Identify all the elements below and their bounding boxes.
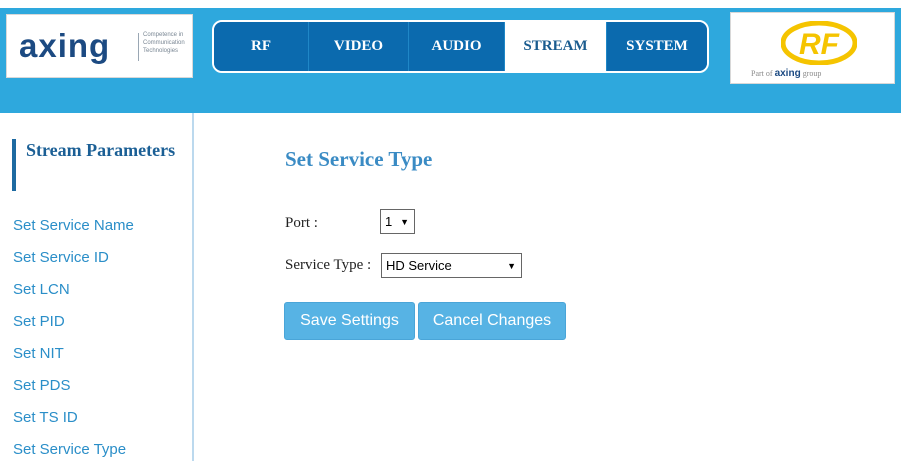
nav-tab-video[interactable]: VIDEO (309, 22, 409, 71)
main-nav: RF VIDEO AUDIO STREAM SYSTEM (212, 20, 709, 73)
header-top-band (0, 0, 901, 8)
sidebar-item-set-pds[interactable]: Set PDS (13, 377, 71, 394)
rf-logo-caption: Part of axing group (751, 68, 821, 79)
nav-tab-audio[interactable]: AUDIO (409, 22, 505, 71)
cancel-changes-button[interactable]: Cancel Changes (418, 302, 566, 340)
sidebar-title: Stream Parameters (12, 139, 180, 191)
rf-caption-prefix: Part of (751, 69, 773, 78)
rf-caption-brand: axing (774, 68, 801, 79)
rf-caption-suffix: group (802, 69, 822, 78)
chevron-down-icon: ▼ (400, 217, 409, 227)
save-settings-button[interactable]: Save Settings (284, 302, 415, 340)
sidebar-item-set-lcn[interactable]: Set LCN (13, 281, 70, 298)
axing-logo-wordmark: axing (19, 27, 111, 64)
sidebar-item-set-service-type[interactable]: Set Service Type (13, 441, 126, 458)
page-title: Set Service Type (285, 147, 433, 171)
sidebar-item-set-service-name[interactable]: Set Service Name (13, 217, 134, 234)
chevron-down-icon: ▼ (507, 261, 516, 271)
sidebar-item-set-nit[interactable]: Set NIT (13, 345, 64, 362)
axing-logo-divider (138, 33, 139, 61)
nav-tab-stream[interactable]: STREAM (505, 22, 607, 71)
rf-logo-mark: RF (781, 21, 857, 65)
service-type-label: Service Type : (285, 257, 372, 273)
port-select[interactable]: 1 ▼ (380, 209, 415, 234)
rf-partner-logo[interactable]: RF Part of axing group (730, 12, 895, 84)
sidebar: Stream Parameters Set Service Name Set S… (0, 113, 194, 461)
nav-tab-rf[interactable]: RF (214, 22, 309, 71)
axing-logo-tagline: Competence in Communication Technologies (143, 32, 185, 54)
sidebar-item-set-service-id[interactable]: Set Service ID (13, 249, 109, 266)
sidebar-item-set-ts-id[interactable]: Set TS ID (13, 409, 78, 426)
rf-logo-letters: RF (799, 28, 840, 61)
service-type-select-value: HD Service (386, 258, 452, 273)
port-select-value: 1 (385, 214, 393, 229)
service-type-select[interactable]: HD Service ▼ (381, 253, 522, 278)
axing-logo[interactable]: axing Competence in Communication Techno… (6, 14, 193, 78)
nav-tab-system[interactable]: SYSTEM (607, 22, 707, 71)
header: axing Competence in Communication Techno… (0, 0, 901, 113)
sidebar-item-set-pid[interactable]: Set PID (13, 313, 65, 330)
port-label: Port : (285, 215, 318, 231)
